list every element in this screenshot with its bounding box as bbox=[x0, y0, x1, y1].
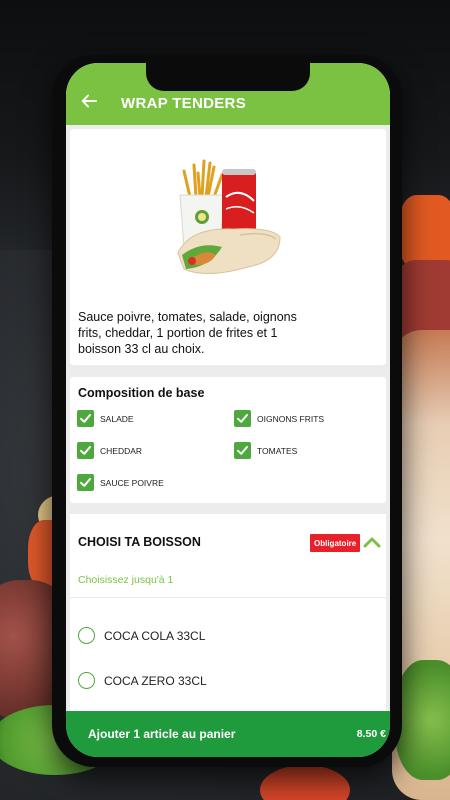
checkbox-checked-icon[interactable] bbox=[234, 442, 251, 459]
section-title: Composition de base bbox=[78, 386, 205, 400]
option-label: COCA ZERO 33CL bbox=[104, 673, 207, 688]
checkbox-checked-icon[interactable] bbox=[77, 410, 94, 427]
required-badge: Obligatoire bbox=[310, 534, 361, 552]
chevron-up-icon bbox=[362, 537, 382, 557]
option-label: CHEDDAR bbox=[100, 445, 143, 456]
choice-limit-text: Choisissez jusqu'à 1 bbox=[78, 574, 174, 586]
option-cheddar[interactable]: CHEDDAR bbox=[77, 442, 142, 459]
product-card: Sauce poivre, tomates, salade, oignons f… bbox=[70, 129, 386, 365]
product-details[interactable]: Sauce poivre, tomates, salade, oignons f… bbox=[66, 125, 390, 711]
back-button[interactable] bbox=[78, 90, 100, 112]
page-title: WRAP TENDERS bbox=[121, 95, 246, 112]
checkbox-checked-icon[interactable] bbox=[77, 474, 94, 491]
phone-notch bbox=[146, 63, 310, 91]
option-salade[interactable]: SALADE bbox=[77, 410, 134, 427]
drink-option-coca-cola[interactable]: COCA COLA 33CL bbox=[78, 627, 205, 644]
product-image bbox=[170, 157, 290, 287]
add-to-cart-label: Ajouter 1 article au panier bbox=[88, 727, 236, 741]
option-tomates[interactable]: TOMATES bbox=[234, 442, 297, 459]
app-screen: WRAP TENDERS Sauce poivre, tomates, sala… bbox=[66, 63, 390, 757]
option-label: OIGNONS FRITS bbox=[257, 413, 325, 424]
option-label: TOMATES bbox=[257, 445, 298, 456]
section-title: CHOISI TA BOISSON bbox=[78, 535, 201, 549]
checkbox-checked-icon[interactable] bbox=[234, 410, 251, 427]
drink-choice-section: CHOISI TA BOISSON Obligatoire Choisissez… bbox=[70, 514, 386, 711]
radio-unselected-icon[interactable] bbox=[78, 627, 95, 644]
radio-unselected-icon[interactable] bbox=[78, 672, 95, 689]
product-description: Sauce poivre, tomates, salade, oignons f… bbox=[78, 310, 297, 356]
checkbox-checked-icon[interactable] bbox=[77, 442, 94, 459]
base-composition-section: Composition de base SALADE OIGNONS FRITS bbox=[70, 377, 386, 503]
option-label: SALADE bbox=[100, 413, 134, 424]
option-sauce-poivre[interactable]: SAUCE POIVRE bbox=[77, 474, 164, 491]
divider bbox=[70, 597, 386, 598]
cart-price: 8.50 € bbox=[356, 728, 386, 740]
add-to-cart-button[interactable]: Ajouter 1 article au panier 8.50 € bbox=[66, 711, 390, 757]
phone-frame: WRAP TENDERS Sauce poivre, tomates, sala… bbox=[52, 55, 402, 767]
option-label: COCA COLA 33CL bbox=[104, 628, 206, 643]
drink-option-coca-zero[interactable]: COCA ZERO 33CL bbox=[78, 672, 207, 689]
option-label: SAUCE POIVRE bbox=[100, 477, 164, 488]
collapse-button[interactable] bbox=[362, 533, 382, 553]
option-oignons-frits[interactable]: OIGNONS FRITS bbox=[234, 410, 324, 427]
arrow-left-icon bbox=[81, 93, 97, 109]
